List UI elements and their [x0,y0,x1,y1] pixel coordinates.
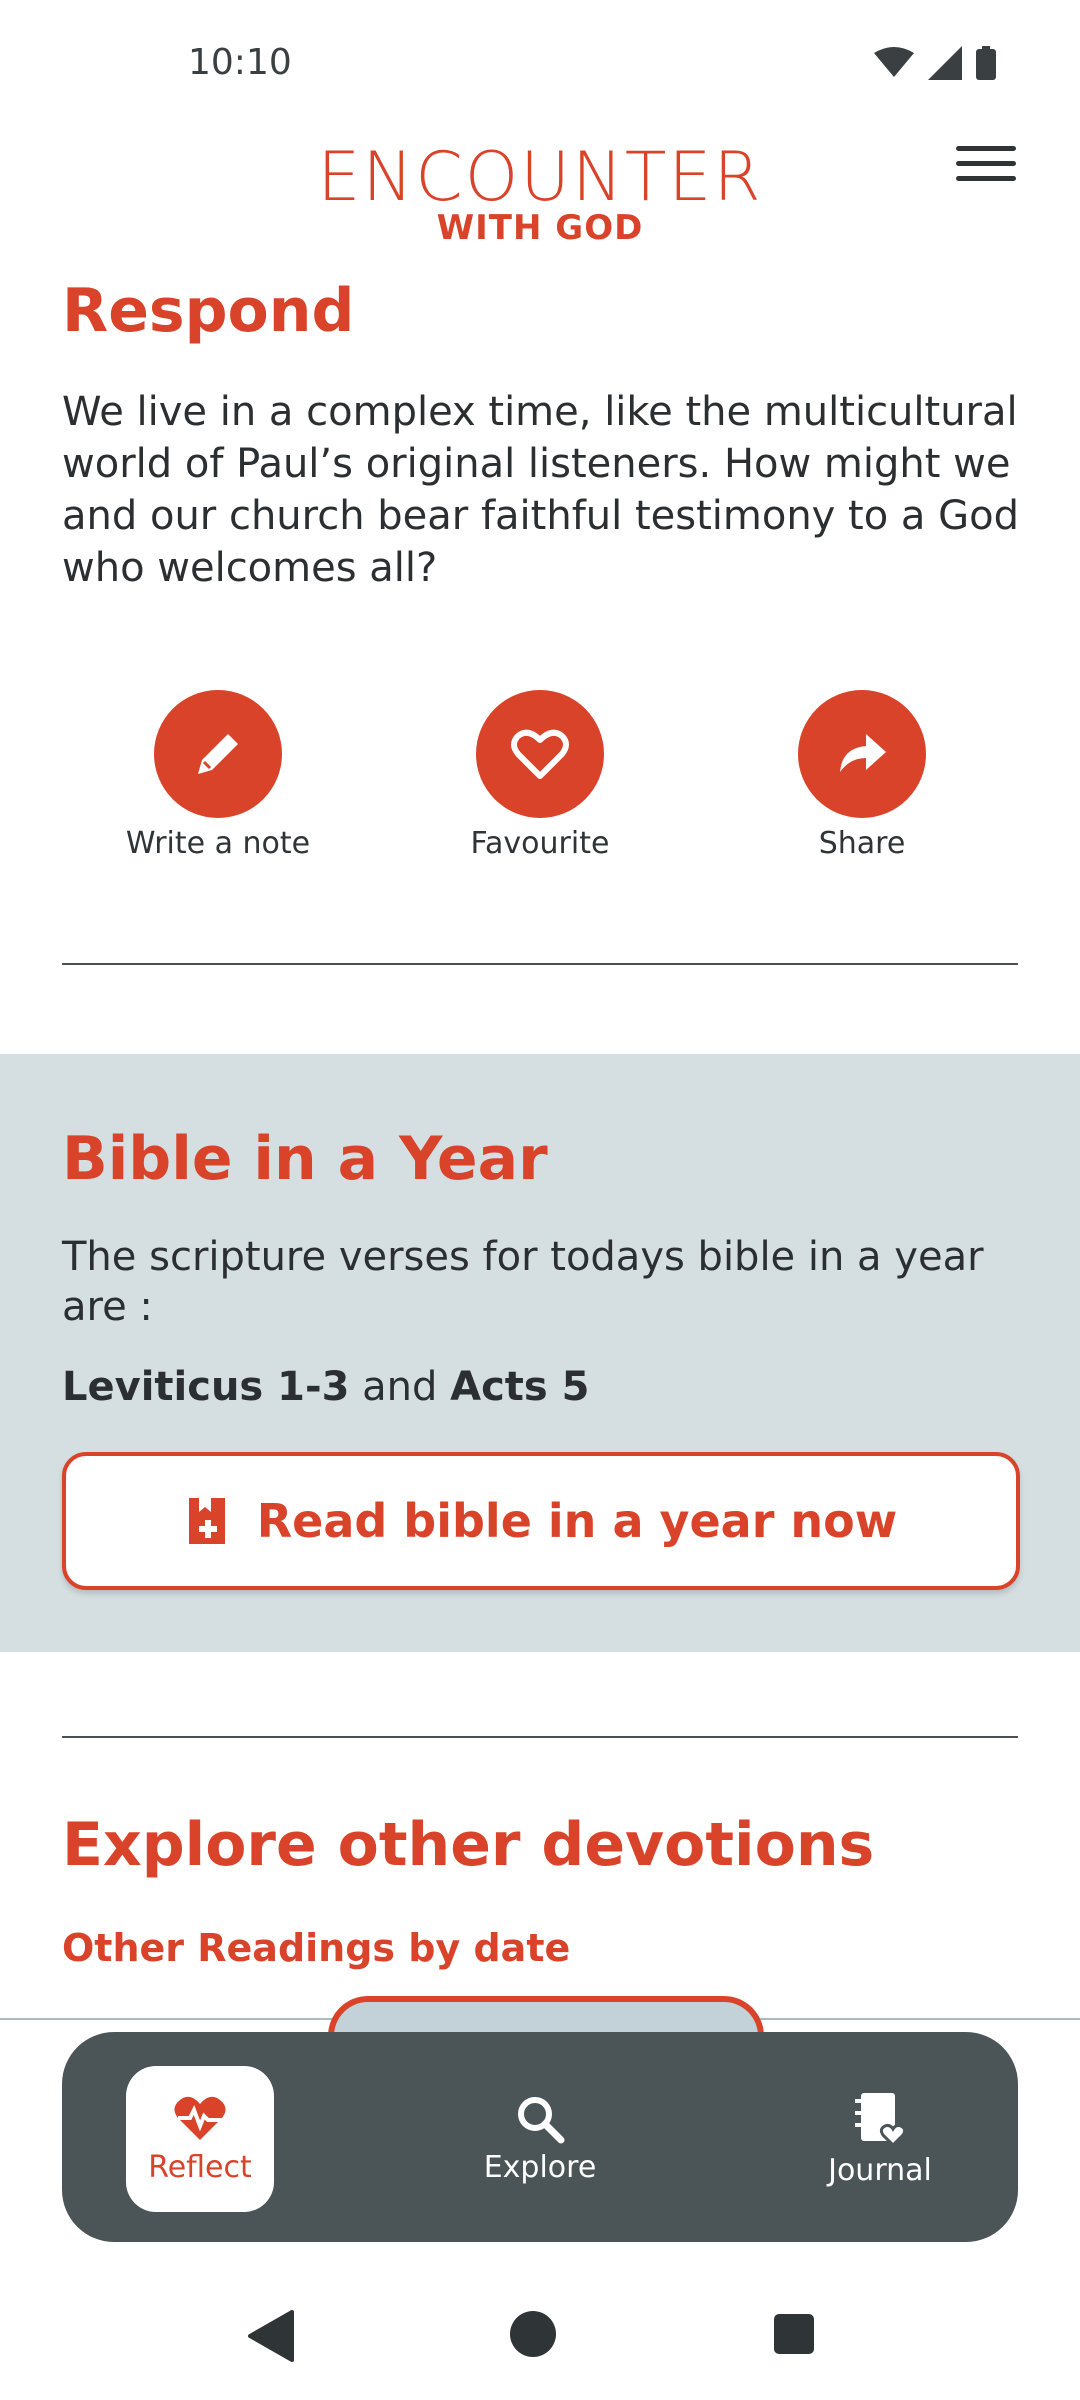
nav-reflect-label: Reflect [148,2149,252,2185]
cell-signal-icon [928,46,962,80]
home-icon[interactable] [508,2308,558,2360]
reference-2: Acts 5 [450,1364,590,1410]
menu-button[interactable] [956,146,1016,192]
nav-journal-label: Journal [828,2152,932,2188]
status-time: 10:10 [188,42,292,83]
bible-in-a-year-text: The scripture verses for todays bible in… [62,1234,984,1330]
search-icon [518,2096,565,2143]
nav-journal[interactable]: Journal [806,2066,954,2212]
divider [62,963,1018,965]
explore-title: Explore other devotions [62,1810,875,1880]
other-readings-heading: Other Readings by date [62,1926,571,1970]
heart-pulse-icon [174,2096,226,2140]
bible-add-icon [188,1498,225,1544]
respond-title: Respond [62,276,355,346]
battery-icon [976,46,996,80]
share-button[interactable]: Share [742,690,982,861]
back-icon[interactable] [246,2308,296,2364]
share-icon [798,690,926,818]
nav-reflect[interactable]: Reflect [126,2066,274,2212]
journal-icon [855,2092,907,2147]
reference-1: Leviticus 1-3 [62,1364,350,1410]
logo-main: ENCOUNTER [317,138,763,217]
nav-explore[interactable]: Explore [466,2066,614,2212]
divider [62,1736,1018,1738]
heart-icon [476,690,604,818]
logo-sub: WITH GOD [436,208,644,248]
pencil-icon [154,690,282,818]
scripture-references: Leviticus 1-3 and Acts 5 [62,1364,589,1410]
favourite-label: Favourite [470,826,610,861]
read-bible-label: Read bible in a year now [256,1494,898,1548]
reference-conjunction: and [362,1364,438,1410]
recents-icon[interactable] [772,2308,816,2360]
hamburger-icon [956,146,1016,181]
share-label: Share [818,826,906,861]
write-note-button[interactable]: Write a note [98,690,338,861]
write-note-label: Write a note [125,826,311,861]
favourite-button[interactable]: Favourite [420,690,660,861]
status-icons [874,46,996,80]
nav-explore-label: Explore [483,2149,597,2185]
bible-in-a-year-title: Bible in a Year [62,1124,548,1194]
read-bible-button[interactable]: Read bible in a year now [62,1452,1020,1590]
respond-text: We live in a complex time, like the mult… [62,389,1020,591]
wifi-icon [874,47,914,77]
